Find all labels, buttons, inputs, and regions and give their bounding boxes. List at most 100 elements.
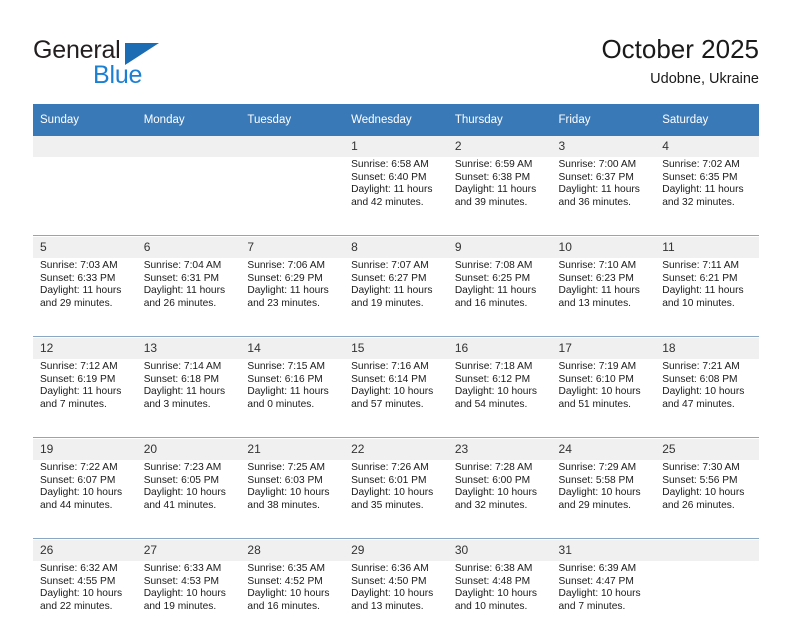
day-number-2[interactable]: 2 <box>447 136 552 157</box>
day-info-line: Daylight: 10 hours <box>454 588 537 600</box>
day-cell-9[interactable]: Sunrise: 7:08 AM Sunset: 6:25 PM Daylight:… <box>447 258 552 337</box>
day-number-24[interactable]: 24 <box>551 439 656 460</box>
day-cell-11[interactable]: Sunrise: 7:11 AM Sunset: 6:21 PM Daylight:… <box>655 258 759 337</box>
day-number-11[interactable]: 11 <box>655 237 759 258</box>
day-number-7[interactable]: 7 <box>240 237 345 258</box>
day-cell-8[interactable]: Sunrise: 7:07 AM Sunset: 6:27 PM Daylight:… <box>344 258 448 337</box>
page-title: October 2025 <box>601 34 759 64</box>
day-number-16[interactable]: 16 <box>447 338 552 359</box>
day-info-line: Sunrise: 7:26 AM <box>351 462 429 473</box>
day-number-6[interactable]: 6 <box>136 237 241 258</box>
day-number-12[interactable]: 12 <box>33 338 137 359</box>
day-info-line: Daylight: 11 hours <box>247 285 329 297</box>
day-cell-15[interactable]: Sunrise: 7:16 AM Sunset: 6:14 PM Daylight:… <box>344 359 448 438</box>
day-number-25[interactable]: 25 <box>655 439 759 460</box>
day-info-line: Daylight: 11 hours <box>247 386 329 398</box>
day-number-27[interactable]: 27 <box>136 540 241 561</box>
day-number-13[interactable]: 13 <box>136 338 241 359</box>
day-info-line: and 13 minutes. <box>351 600 424 612</box>
week-daynumber-row: 19 20 21 22 23 24 25 <box>33 439 759 460</box>
day-info-line: and 26 minutes. <box>143 297 217 309</box>
day-cell-16[interactable]: Sunrise: 7:18 AM Sunset: 6:12 PM Daylight:… <box>447 359 552 438</box>
day-number-15[interactable]: 15 <box>344 338 448 359</box>
day-info-line: Sunrise: 7:30 AM <box>662 462 740 473</box>
day-cell-23[interactable]: Sunrise: 7:28 AM Sunset: 6:00 PM Daylight:… <box>447 460 552 539</box>
day-number-9[interactable]: 9 <box>447 237 552 258</box>
day-cell-26[interactable]: Sunrise: 6:32 AM Sunset: 4:55 PM Daylight:… <box>33 561 137 639</box>
day-number-21[interactable]: 21 <box>240 439 345 460</box>
day-cell-20[interactable]: Sunrise: 7:23 AM Sunset: 6:05 PM Daylight:… <box>136 460 241 539</box>
day-info-line: and 39 minutes. <box>454 196 528 208</box>
day-number-22[interactable]: 22 <box>344 439 448 460</box>
day-info-line: and 19 minutes. <box>351 297 424 309</box>
day-number-28[interactable]: 28 <box>240 540 345 561</box>
day-info-line: Sunrise: 7:22 AM <box>40 462 118 473</box>
day-number-18[interactable]: 18 <box>655 338 759 359</box>
day-cell-22[interactable]: Sunrise: 7:26 AM Sunset: 6:01 PM Daylight:… <box>344 460 448 539</box>
day-cell-24[interactable]: Sunrise: 7:29 AM Sunset: 5:58 PM Daylight:… <box>551 460 656 539</box>
weekday-header-friday: Friday <box>551 104 656 136</box>
day-number-8[interactable]: 8 <box>344 237 448 258</box>
day-cell-25[interactable]: Sunrise: 7:30 AM Sunset: 5:56 PM Daylight:… <box>655 460 759 539</box>
day-number-23[interactable]: 23 <box>447 439 552 460</box>
day-info-line: and 7 minutes. <box>558 600 626 612</box>
day-info-line: and 47 minutes. <box>662 398 735 410</box>
day-cell-10[interactable]: Sunrise: 7:10 AM Sunset: 6:23 PM Daylight:… <box>551 258 656 337</box>
day-cell-18[interactable]: Sunrise: 7:21 AM Sunset: 6:08 PM Daylight:… <box>655 359 759 438</box>
day-info-line: Daylight: 11 hours <box>351 184 433 196</box>
day-info-line: and 32 minutes. <box>662 196 735 208</box>
day-number-1[interactable]: 1 <box>344 136 448 157</box>
day-info-line: and 26 minutes. <box>662 499 735 511</box>
day-cell-31[interactable]: Sunrise: 6:39 AM Sunset: 4:47 PM Daylight:… <box>551 561 656 639</box>
day-number-17[interactable]: 17 <box>551 338 656 359</box>
day-number-4[interactable]: 4 <box>655 136 759 157</box>
day-cell-19[interactable]: Sunrise: 7:22 AM Sunset: 6:07 PM Daylight:… <box>33 460 137 539</box>
day-number-5[interactable]: 5 <box>33 237 137 258</box>
day-cell-6[interactable]: Sunrise: 7:04 AM Sunset: 6:31 PM Daylight:… <box>136 258 241 337</box>
day-cell-30[interactable]: Sunrise: 6:38 AM Sunset: 4:48 PM Daylight:… <box>447 561 552 639</box>
day-info-line: Sunset: 6:27 PM <box>351 272 427 284</box>
day-number-30[interactable]: 30 <box>447 540 552 561</box>
calendar-page: General Blue October 2025 Udobne, Ukrain… <box>0 0 792 639</box>
day-cell-13[interactable]: Sunrise: 7:14 AM Sunset: 6:18 PM Daylight:… <box>136 359 241 438</box>
day-number-3[interactable]: 3 <box>551 136 656 157</box>
day-info-line: Sunset: 5:58 PM <box>558 474 634 486</box>
day-cell-14[interactable]: Sunrise: 7:15 AM Sunset: 6:16 PM Daylight:… <box>240 359 345 438</box>
day-info-line: Daylight: 10 hours <box>247 487 330 499</box>
day-number-10[interactable]: 10 <box>551 237 656 258</box>
day-cell-17[interactable]: Sunrise: 7:19 AM Sunset: 6:10 PM Daylight:… <box>551 359 656 438</box>
general-blue-logo[interactable]: General Blue <box>33 36 223 92</box>
day-cell-5[interactable]: Sunrise: 7:03 AM Sunset: 6:33 PM Daylight:… <box>33 258 137 337</box>
day-number-26[interactable]: 26 <box>33 540 137 561</box>
logo-text-general: General <box>33 36 121 64</box>
day-info-line: Sunrise: 7:03 AM <box>40 260 118 271</box>
day-cell-29[interactable]: Sunrise: 6:36 AM Sunset: 4:50 PM Daylight:… <box>344 561 448 639</box>
day-cell-3[interactable]: Sunrise: 7:00 AM Sunset: 6:37 PM Daylight:… <box>551 157 656 236</box>
day-info-line: Sunset: 6:08 PM <box>662 373 738 385</box>
day-number-14[interactable]: 14 <box>240 338 345 359</box>
day-info-line: Sunset: 6:40 PM <box>351 171 427 183</box>
day-cell-28[interactable]: Sunrise: 6:35 AM Sunset: 4:52 PM Daylight:… <box>240 561 345 639</box>
week-daynumber-row: 12 13 14 15 16 17 18 <box>33 338 759 359</box>
day-info-line: and 41 minutes. <box>143 499 217 511</box>
day-number-29[interactable]: 29 <box>344 540 448 561</box>
day-info-line: Sunrise: 6:38 AM <box>454 563 533 574</box>
day-number-19[interactable]: 19 <box>33 439 137 460</box>
day-cell-1[interactable]: Sunrise: 6:58 AM Sunset: 6:40 PM Daylight:… <box>344 157 448 236</box>
day-info-line: Sunrise: 7:00 AM <box>558 159 637 170</box>
day-info-line: and 44 minutes. <box>40 499 113 511</box>
day-cell-27[interactable]: Sunrise: 6:33 AM Sunset: 4:53 PM Daylight:… <box>136 561 241 639</box>
day-cell-4[interactable]: Sunrise: 7:02 AM Sunset: 6:35 PM Daylight:… <box>655 157 759 236</box>
day-number-31[interactable]: 31 <box>551 540 656 561</box>
weekday-header-thursday: Thursday <box>447 104 552 136</box>
day-info-line: Sunset: 4:53 PM <box>143 575 220 587</box>
day-cell-2[interactable]: Sunrise: 6:59 AM Sunset: 6:38 PM Daylight:… <box>447 157 552 236</box>
day-info-line: Sunset: 5:56 PM <box>662 474 738 486</box>
day-cell-7[interactable]: Sunrise: 7:06 AM Sunset: 6:29 PM Daylight:… <box>240 258 345 337</box>
day-number-empty <box>136 136 241 157</box>
day-cell-12[interactable]: Sunrise: 7:12 AM Sunset: 6:19 PM Daylight:… <box>33 359 137 438</box>
day-cell-21[interactable]: Sunrise: 7:25 AM Sunset: 6:03 PM Daylight:… <box>240 460 345 539</box>
day-info-line: Sunrise: 6:33 AM <box>143 563 222 574</box>
day-number-20[interactable]: 20 <box>136 439 241 460</box>
day-info-line: Sunset: 4:55 PM <box>40 575 116 587</box>
